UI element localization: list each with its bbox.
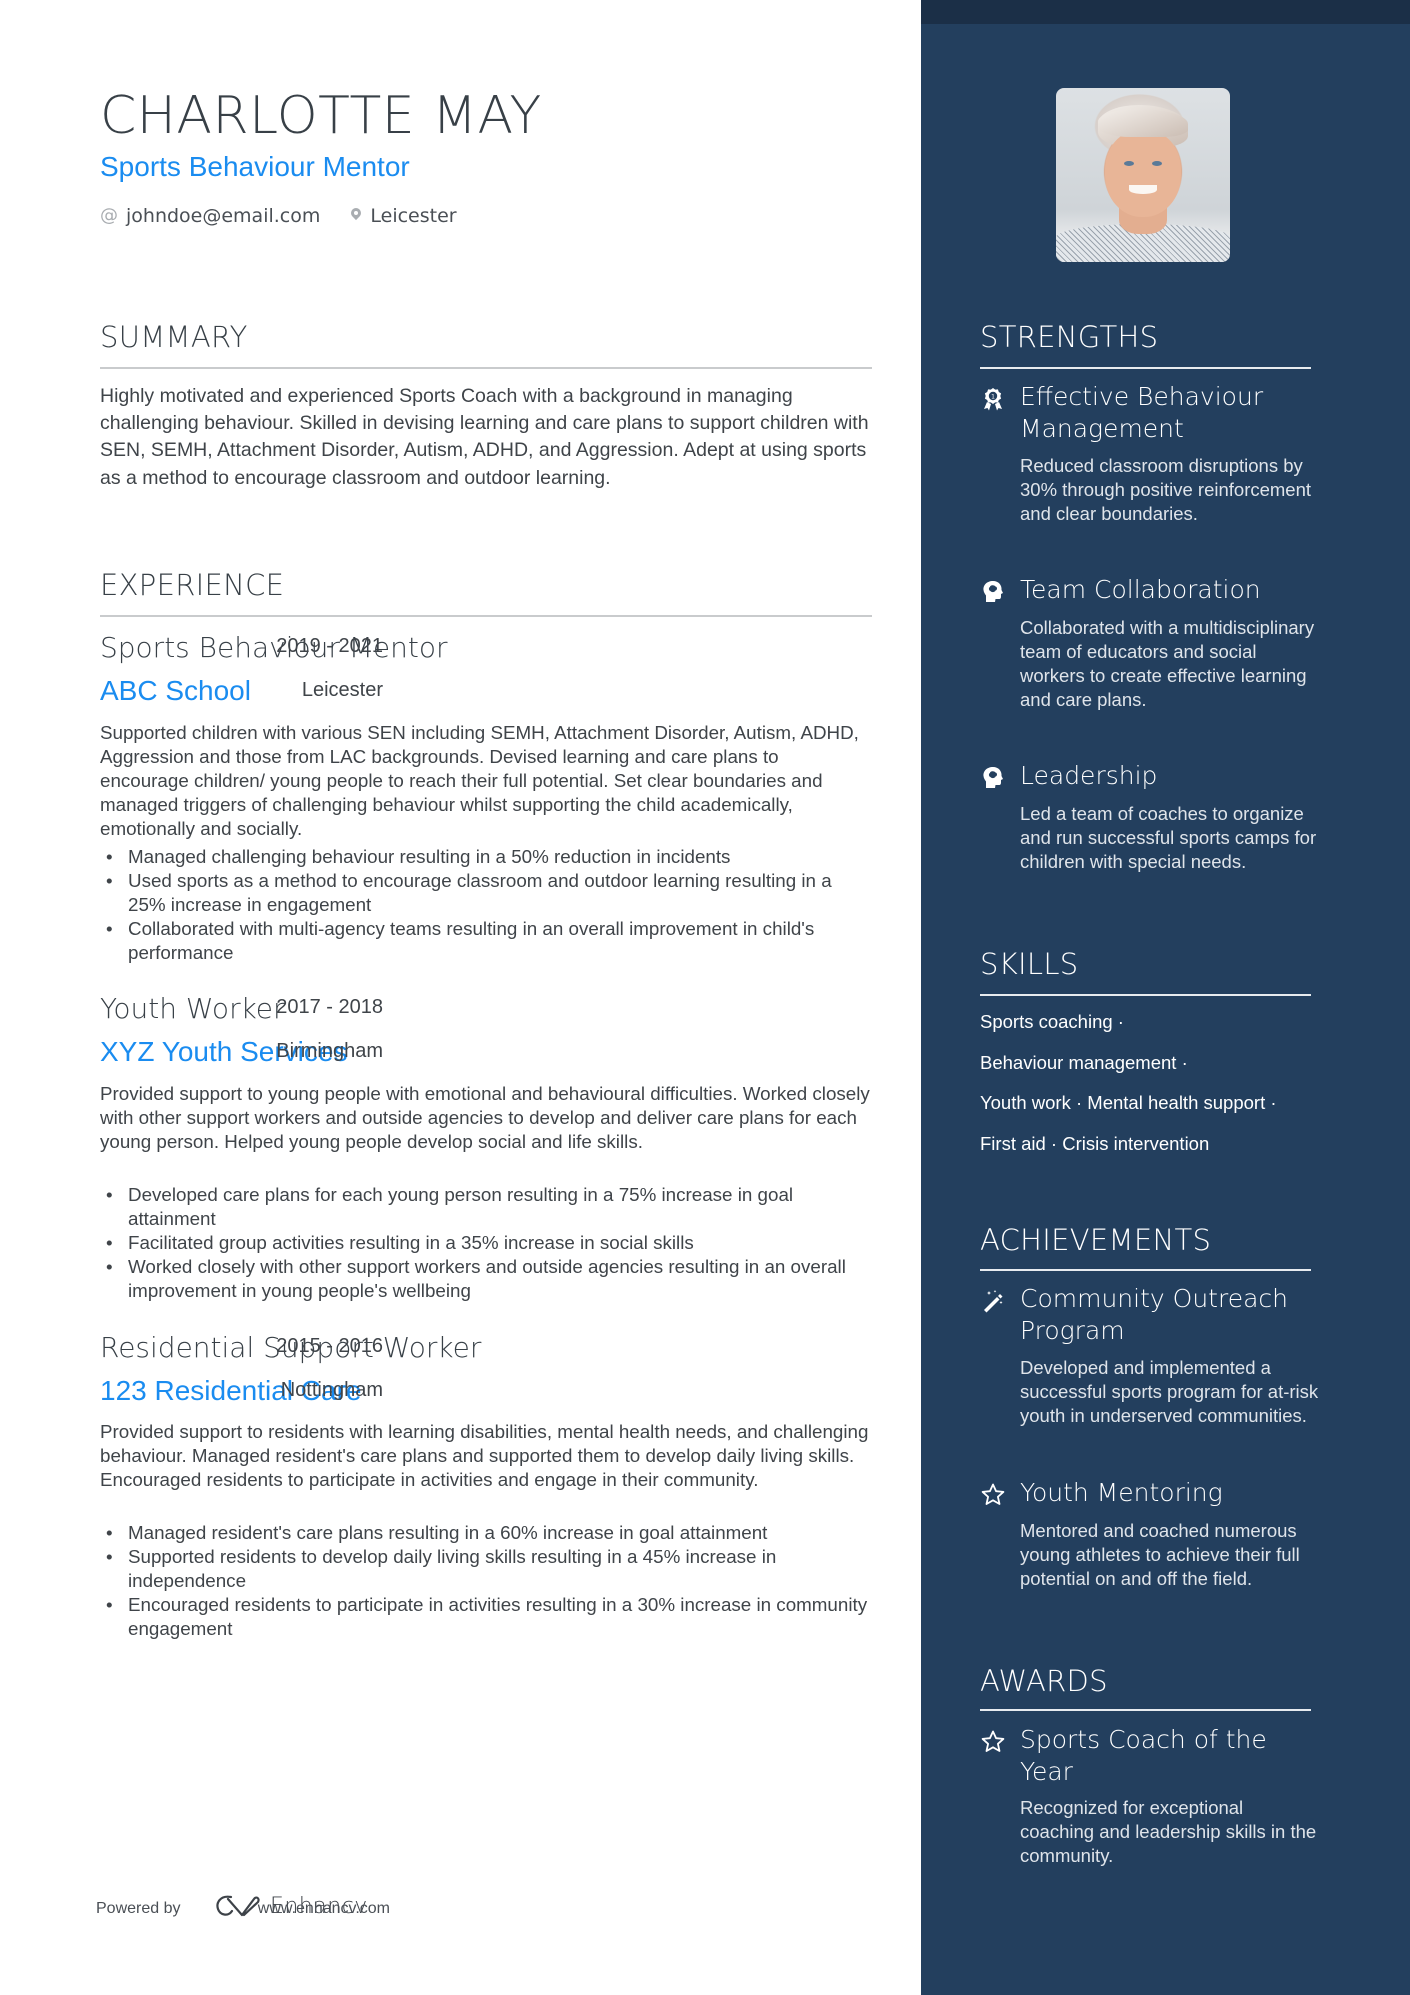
strengths-heading: STRENGTHS <box>980 320 1159 354</box>
achievement-title: Youth Mentoring <box>1020 1478 1223 1507</box>
award-medal-icon: 1 <box>984 388 1002 411</box>
job-bullet: Supported residents to develop daily liv… <box>100 1545 872 1593</box>
contact-location: Leicester <box>370 205 457 227</box>
strengths-divider <box>980 367 1311 369</box>
job-description: Provided support to residents with learn… <box>100 1421 869 1490</box>
summary-heading: SUMMARY <box>100 320 248 354</box>
skills-divider <box>980 994 1311 996</box>
star-icon <box>981 1730 1005 1752</box>
job-bullets: Managed challenging behaviour resulting … <box>100 845 872 965</box>
awards-heading: AWARDS <box>980 1664 1108 1698</box>
strength-title: Leadership <box>1020 761 1158 790</box>
contact-email[interactable]: johndoe@email.com <box>126 203 320 229</box>
head-brain-icon <box>983 767 1003 788</box>
sidebar-top-strip <box>921 0 1410 24</box>
profile-photo <box>1056 88 1230 262</box>
enhancv-url[interactable]: www.enhancv.com <box>258 1897 390 1921</box>
strength-description: Collaborated with a multidisciplinary te… <box>1020 617 1315 710</box>
award-title: Sports Coach of the Year <box>1020 1725 1267 1786</box>
summary-text: Highly motivated and experienced Sports … <box>100 385 869 489</box>
achievement-title: Community Outreach Program <box>1020 1284 1288 1345</box>
map-pin-icon <box>350 208 362 224</box>
job-location: Birmingham <box>276 1040 383 1062</box>
experience-divider <box>100 615 872 617</box>
star-icon <box>981 1483 1005 1505</box>
at-icon: @ <box>100 205 118 226</box>
strength-title: Effective Behaviour Management <box>1020 382 1264 443</box>
job-title: Sports Behaviour Mentor <box>100 631 448 664</box>
experience-heading: EXPERIENCE <box>100 568 285 602</box>
achievements-divider <box>980 1269 1311 1271</box>
job-bullet: Managed challenging behaviour resulting … <box>100 845 872 869</box>
candidate-name: CHARLOTTE MAY <box>100 86 542 146</box>
achievement-description: Mentored and coached numerous young athl… <box>1020 1520 1300 1589</box>
contact-row: @ johndoe@email.com Leicester <box>100 203 457 229</box>
strength-title: Team Collaboration <box>1020 575 1261 604</box>
awards-divider <box>980 1709 1311 1711</box>
job-description: Provided support to young people with em… <box>100 1083 870 1152</box>
magic-wand-icon <box>984 1290 1003 1313</box>
contact-location-group: Leicester <box>350 203 457 229</box>
skill-line: Youth work · Mental health support · <box>980 1092 1277 1113</box>
strength-description: Reduced classroom disruptions by 30% thr… <box>1020 455 1312 524</box>
award-description: Recognized for exceptional coaching and … <box>1020 1797 1317 1866</box>
job-dates: 2017 - 2018 <box>276 996 383 1018</box>
job-title: Youth Worker <box>100 992 285 1025</box>
powered-by-label: Powered by <box>96 1900 181 1917</box>
job-dates: 2015 - 2016 <box>276 1335 383 1357</box>
job-bullets: Developed care plans for each young pers… <box>100 1183 872 1303</box>
head-brain-icon <box>983 581 1003 602</box>
job-description: Supported children with various SEN incl… <box>100 722 859 839</box>
job-bullet: Used sports as a method to encourage cla… <box>100 869 872 917</box>
achievements-heading: ACHIEVEMENTS <box>980 1223 1212 1257</box>
skill-line: Sports coaching · <box>980 1011 1124 1032</box>
job-dates: 2019 - 2021 <box>276 635 383 657</box>
job-bullet: Facilitated group activities resulting i… <box>100 1231 872 1255</box>
job-bullet: Encouraged residents to participate in a… <box>100 1593 872 1641</box>
job-bullet: Collaborated with multi-agency teams res… <box>100 917 872 965</box>
main-column: CHARLOTTE MAY Sports Behaviour Mentor @ … <box>0 0 921 1995</box>
skill-line: First aid · Crisis intervention <box>980 1133 1210 1154</box>
strength-description: Led a team of coaches to organize and ru… <box>1020 803 1317 872</box>
achievement-description: Developed and implemented a successful s… <box>1020 1357 1319 1426</box>
candidate-title: Sports Behaviour Mentor <box>100 151 410 182</box>
job-company: ABC School <box>100 675 251 706</box>
job-bullet: Managed resident's care plans resulting … <box>100 1521 872 1545</box>
enhancv-logo-icon <box>216 1895 260 1917</box>
sidebar: STRENGTHS 1 Effective Behaviour Manageme… <box>921 0 1410 1995</box>
job-location: Nottingham <box>280 1379 383 1401</box>
skills-heading: SKILLS <box>980 947 1079 981</box>
job-bullet: Worked closely with other support worker… <box>100 1255 872 1303</box>
skill-line: Behaviour management · <box>980 1052 1188 1073</box>
job-bullet: Developed care plans for each young pers… <box>100 1183 872 1231</box>
summary-divider <box>100 367 872 369</box>
job-bullets: Managed resident's care plans resulting … <box>100 1521 872 1641</box>
job-location: Leicester <box>301 679 383 701</box>
svg-text:1: 1 <box>991 394 995 401</box>
